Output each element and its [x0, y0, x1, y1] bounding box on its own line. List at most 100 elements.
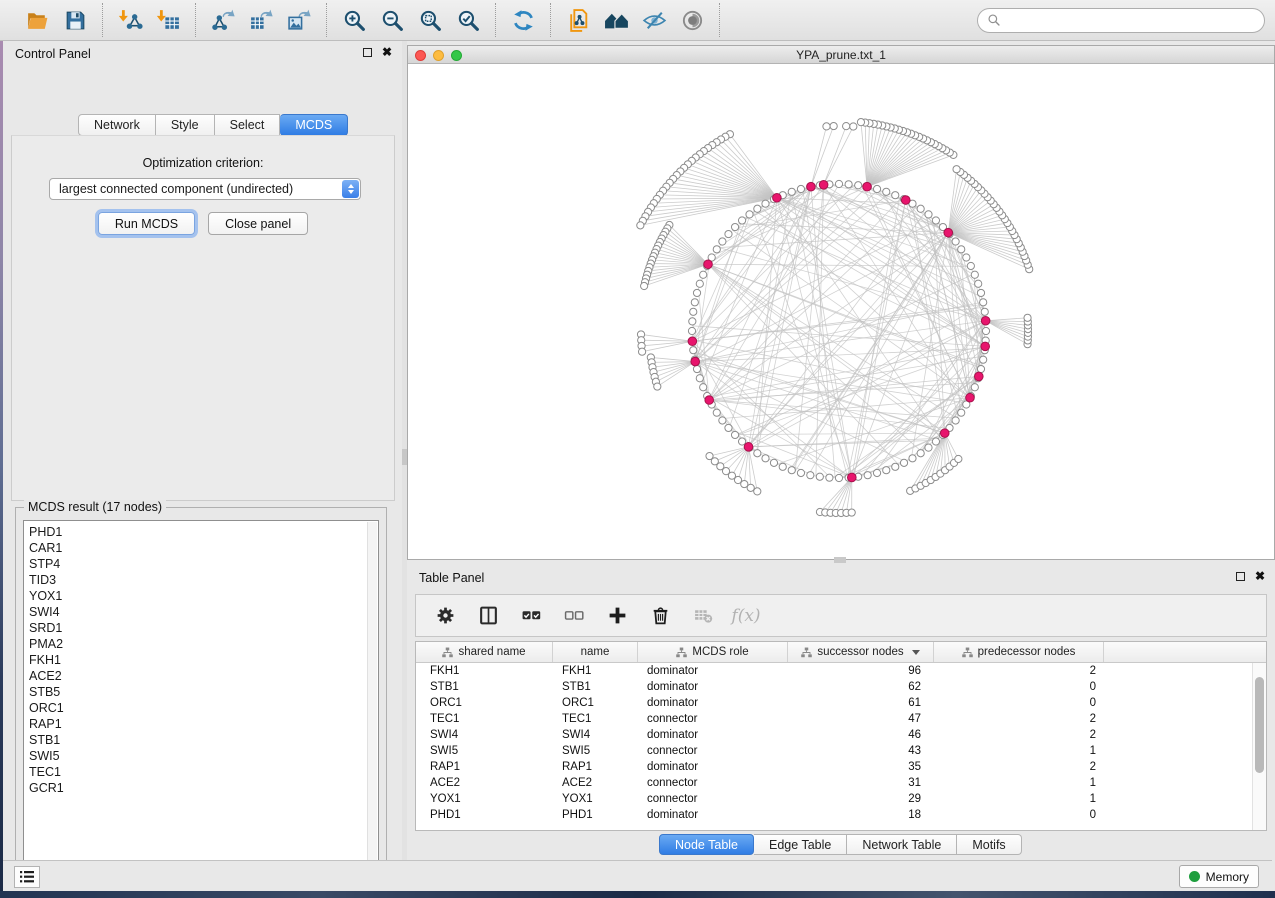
- network-hub-node[interactable]: [848, 473, 857, 482]
- list-item[interactable]: TID3: [29, 572, 378, 588]
- mcds-list-scrollbar[interactable]: [367, 522, 377, 869]
- network-node[interactable]: [975, 280, 982, 287]
- column-header-successor-nodes[interactable]: successor nodes: [788, 642, 934, 662]
- refresh-button[interactable]: [508, 5, 538, 35]
- network-node[interactable]: [925, 444, 932, 451]
- network-node[interactable]: [845, 181, 852, 188]
- table-settings-gear-button[interactable]: [432, 603, 458, 629]
- float-panel-icon[interactable]: [363, 48, 372, 57]
- show-eye-button[interactable]: [677, 5, 707, 35]
- network-node[interactable]: [713, 409, 720, 416]
- list-item[interactable]: YOX1: [29, 588, 378, 604]
- network-node[interactable]: [917, 450, 924, 457]
- network-hub-node[interactable]: [819, 181, 828, 190]
- network-node[interactable]: [762, 455, 769, 462]
- float-table-panel-icon[interactable]: [1236, 572, 1245, 581]
- export-network-button[interactable]: [208, 5, 238, 35]
- tab-motifs[interactable]: Motifs: [957, 834, 1021, 855]
- list-item[interactable]: TEC1: [29, 764, 378, 780]
- delete-table-button[interactable]: [690, 603, 716, 629]
- list-item[interactable]: FKH1: [29, 652, 378, 668]
- network-from-clipboard-button[interactable]: [563, 5, 593, 35]
- list-item[interactable]: SWI4: [29, 604, 378, 620]
- network-node[interactable]: [690, 308, 697, 315]
- import-table-button[interactable]: [153, 5, 183, 35]
- network-node[interactable]: [967, 262, 974, 269]
- column-header-shared-name[interactable]: shared name: [416, 642, 553, 662]
- zoom-window-traffic-light[interactable]: [451, 50, 462, 61]
- network-hub-node[interactable]: [704, 260, 713, 269]
- mcds-result-list[interactable]: PHD1CAR1STP4TID3YOX1SWI4SRD1PMA2FKH1ACE2…: [23, 520, 379, 871]
- zoom-in-button[interactable]: [339, 5, 369, 35]
- tab-select[interactable]: Select: [215, 114, 281, 136]
- network-node[interactable]: [731, 223, 738, 230]
- network-hub-node[interactable]: [688, 337, 697, 346]
- close-panel-button[interactable]: Close panel: [208, 212, 308, 235]
- network-node[interactable]: [835, 474, 842, 481]
- close-window-traffic-light[interactable]: [415, 50, 426, 61]
- list-item[interactable]: ACE2: [29, 668, 378, 684]
- table-row[interactable]: ORC1ORC1dominator610: [416, 695, 1252, 711]
- network-node[interactable]: [693, 365, 700, 372]
- list-item[interactable]: ORC1: [29, 700, 378, 716]
- network-node[interactable]: [826, 474, 833, 481]
- table-row[interactable]: TEC1TEC1connector472: [416, 711, 1252, 727]
- network-node[interactable]: [700, 384, 707, 391]
- houses-button[interactable]: [601, 5, 631, 35]
- network-node[interactable]: [980, 299, 987, 306]
- network-node[interactable]: [864, 472, 871, 479]
- network-graph-svg[interactable]: [408, 64, 1274, 559]
- add-column-button[interactable]: [604, 603, 630, 629]
- network-node[interactable]: [955, 455, 962, 462]
- zoom-out-button[interactable]: [377, 5, 407, 35]
- save-session-button[interactable]: [60, 5, 90, 35]
- network-node[interactable]: [713, 246, 720, 253]
- table-row[interactable]: SWI4SWI4dominator462: [416, 727, 1252, 743]
- network-node[interactable]: [762, 200, 769, 207]
- network-node[interactable]: [857, 119, 864, 126]
- list-item[interactable]: SWI5: [29, 748, 378, 764]
- close-panel-icon[interactable]: ✖: [382, 47, 392, 57]
- network-node[interactable]: [883, 467, 890, 474]
- open-file-button[interactable]: [22, 5, 52, 35]
- network-node[interactable]: [971, 271, 978, 278]
- search-input[interactable]: [1006, 13, 1255, 27]
- table-row[interactable]: YOX1YOX1connector291: [416, 791, 1252, 807]
- list-item[interactable]: GCR1: [29, 780, 378, 796]
- network-hub-node[interactable]: [981, 316, 990, 325]
- network-node[interactable]: [977, 365, 984, 372]
- network-node[interactable]: [835, 180, 842, 187]
- network-node[interactable]: [958, 409, 965, 416]
- network-hub-node[interactable]: [981, 342, 990, 351]
- network-hub-node[interactable]: [975, 372, 984, 381]
- column-header-name[interactable]: name: [553, 642, 638, 662]
- network-node[interactable]: [719, 238, 726, 245]
- network-hub-node[interactable]: [940, 429, 949, 438]
- list-item[interactable]: PMA2: [29, 636, 378, 652]
- network-node[interactable]: [971, 384, 978, 391]
- network-node[interactable]: [932, 217, 939, 224]
- delete-column-button[interactable]: [647, 603, 673, 629]
- network-node[interactable]: [797, 185, 804, 192]
- search-field[interactable]: [977, 8, 1265, 33]
- network-hub-node[interactable]: [744, 443, 753, 452]
- network-node[interactable]: [807, 472, 814, 479]
- network-node[interactable]: [958, 246, 965, 253]
- network-node[interactable]: [892, 463, 899, 470]
- network-node[interactable]: [963, 254, 970, 261]
- network-node[interactable]: [747, 484, 754, 491]
- table-row[interactable]: STB1STB1dominator620: [416, 679, 1252, 695]
- run-mcds-button[interactable]: Run MCDS: [98, 212, 195, 235]
- network-node[interactable]: [797, 469, 804, 476]
- network-node[interactable]: [917, 205, 924, 212]
- task-history-button[interactable]: [14, 866, 40, 888]
- network-node[interactable]: [843, 123, 850, 130]
- deselect-all-rows-button[interactable]: [561, 603, 587, 629]
- network-node[interactable]: [952, 238, 959, 245]
- network-node[interactable]: [754, 205, 761, 212]
- list-item[interactable]: PHD1: [29, 524, 378, 540]
- network-node[interactable]: [952, 417, 959, 424]
- network-node[interactable]: [654, 383, 661, 390]
- network-hub-node[interactable]: [773, 193, 782, 202]
- network-node[interactable]: [696, 280, 703, 287]
